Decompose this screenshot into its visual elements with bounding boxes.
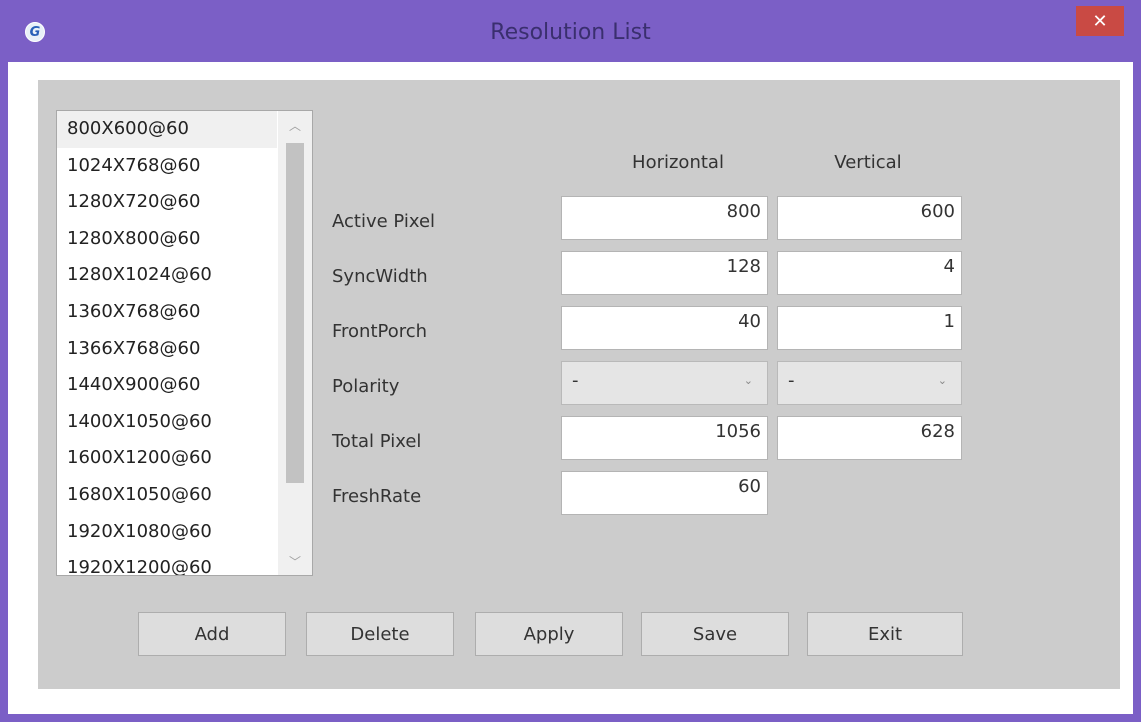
window-title: Resolution List (490, 20, 651, 45)
close-button[interactable]: ✕ (1076, 6, 1124, 36)
close-icon: ✕ (1092, 10, 1108, 32)
resolution-list-item[interactable]: 1920X1080@60 (57, 514, 277, 551)
polarity-horizontal-select[interactable]: - ⌄ (561, 361, 768, 405)
client-area: 800X600@60 1024X768@60 1280X720@60 1280X800… (8, 62, 1133, 714)
add-button[interactable]: Add (138, 612, 286, 656)
resolution-items: 800X600@60 1024X768@60 1280X720@60 1280X800… (57, 111, 312, 575)
scroll-down-button[interactable]: ﹀ (278, 547, 312, 575)
resolution-list-item[interactable]: 1024X768@60 (57, 148, 277, 185)
chevron-down-icon: ⌄ (743, 374, 753, 387)
save-button[interactable]: Save (641, 612, 789, 656)
active-pixel-vertical-field[interactable]: 600 (777, 196, 962, 240)
resolution-list-item[interactable]: 1920X1200@60 (57, 550, 277, 575)
title-bar: G Resolution List ✕ (0, 0, 1141, 62)
active-pixel-label: Active Pixel (332, 211, 436, 232)
column-header-horizontal: Horizontal (632, 152, 724, 173)
chevron-down-icon: ﹀ (288, 554, 301, 569)
resolution-list-item[interactable]: 1280X1024@60 (57, 257, 277, 294)
chevron-down-icon: ⌄ (937, 374, 947, 387)
sync-width-label: SyncWidth (332, 266, 428, 287)
total-pixel-vertical-field[interactable]: 628 (777, 416, 962, 460)
resolution-list-item[interactable]: 1280X800@60 (57, 221, 277, 258)
resolution-listbox[interactable]: 800X600@60 1024X768@60 1280X720@60 1280X800… (56, 110, 313, 576)
apply-button[interactable]: Apply (475, 612, 623, 656)
total-pixel-horizontal-field[interactable]: 1056 (561, 416, 768, 460)
resolution-list-item[interactable]: 1680X1050@60 (57, 477, 277, 514)
resolution-list-window: G Resolution List ✕ 800X600@60 1024X768@6… (0, 0, 1141, 722)
fresh-rate-label: FreshRate (332, 486, 422, 507)
active-pixel-horizontal-field[interactable]: 800 (561, 196, 768, 240)
content-panel: 800X600@60 1024X768@60 1280X720@60 1280X800… (38, 80, 1120, 689)
exit-button[interactable]: Exit (807, 612, 963, 656)
polarity-vertical-select[interactable]: - ⌄ (777, 361, 962, 405)
front-porch-label: FrontPorch (332, 321, 428, 342)
front-porch-horizontal-field[interactable]: 40 (561, 306, 768, 350)
total-pixel-label: Total Pixel (332, 431, 422, 452)
sync-width-horizontal-field[interactable]: 128 (561, 251, 768, 295)
column-header-vertical: Vertical (834, 152, 902, 173)
resolution-list-item[interactable]: 1366X768@60 (57, 331, 277, 368)
scroll-up-button[interactable]: ︿ (278, 111, 312, 139)
polarity-horizontal-value: - (572, 370, 579, 391)
polarity-vertical-value: - (788, 370, 795, 391)
front-porch-vertical-field[interactable]: 1 (777, 306, 962, 350)
chevron-up-icon: ︿ (288, 118, 301, 133)
resolution-list-item[interactable]: 800X600@60 (57, 111, 277, 148)
resolution-list-item[interactable]: 1600X1200@60 (57, 440, 277, 477)
sync-width-vertical-field[interactable]: 4 (777, 251, 962, 295)
resolution-list-item[interactable]: 1400X1050@60 (57, 404, 277, 441)
list-scrollbar[interactable]: ︿ ﹀ (278, 111, 312, 575)
resolution-list-item[interactable]: 1280X720@60 (57, 184, 277, 221)
resolution-list-item[interactable]: 1360X768@60 (57, 294, 277, 331)
fresh-rate-field[interactable]: 60 (561, 471, 768, 515)
polarity-label: Polarity (332, 376, 400, 397)
delete-button[interactable]: Delete (306, 612, 454, 656)
resolution-list-item[interactable]: 1440X900@60 (57, 367, 277, 404)
scroll-thumb[interactable] (286, 143, 304, 483)
